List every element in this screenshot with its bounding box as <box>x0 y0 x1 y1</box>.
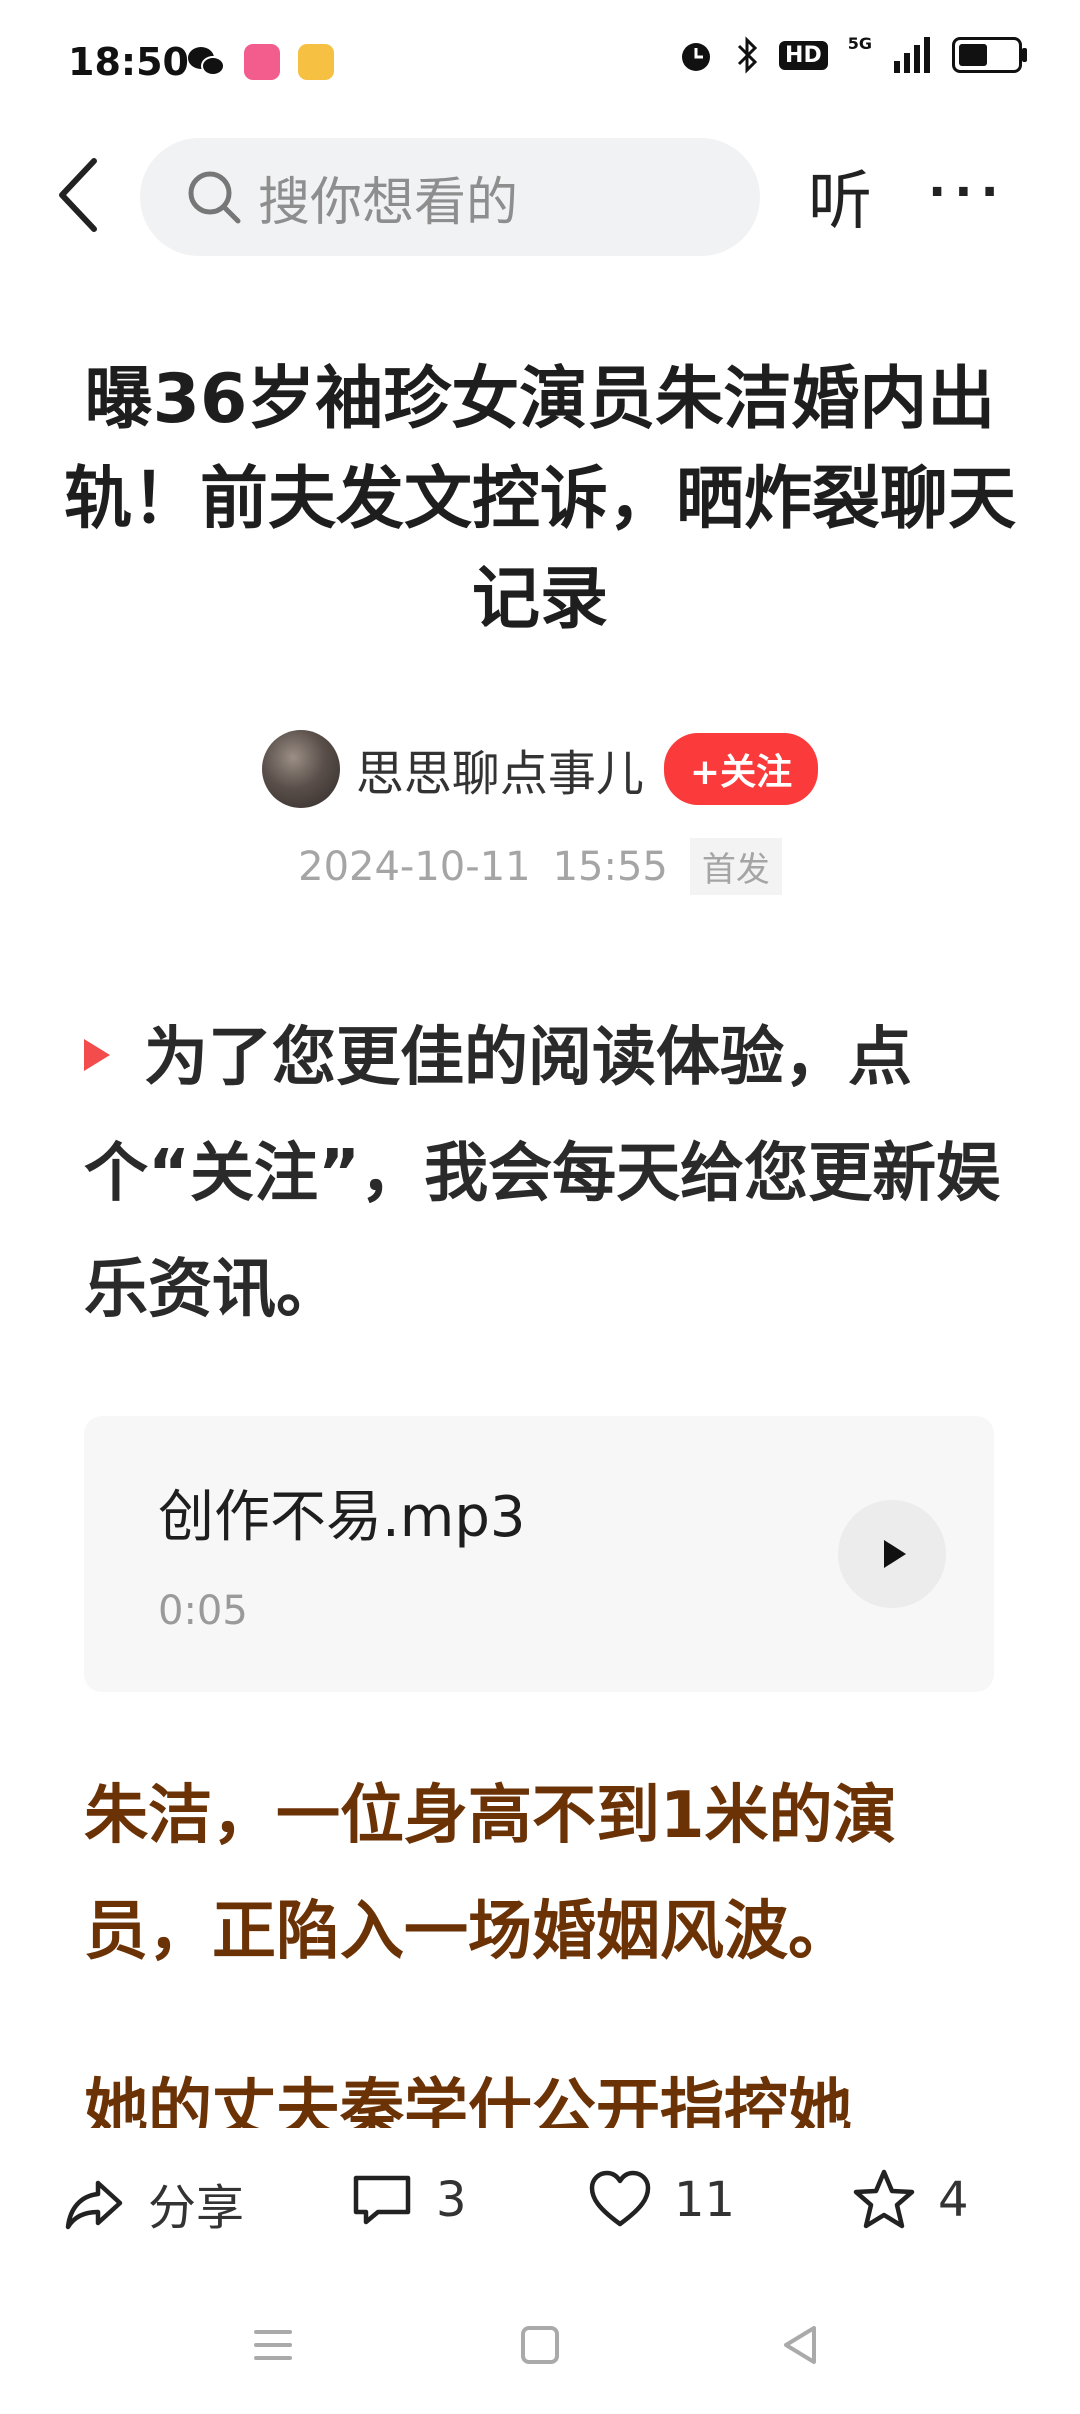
share-button[interactable]: 分享 <box>62 2168 244 2238</box>
triangle-marker-icon <box>84 1039 110 1072</box>
network-type: 5G <box>847 33 872 53</box>
author-avatar[interactable] <box>261 730 340 808</box>
favorite-button[interactable]: 4 <box>852 2168 969 2232</box>
favorite-count: 4 <box>938 2172 969 2228</box>
listen-button[interactable]: 听 <box>808 150 872 242</box>
status-time: 18:50 <box>68 40 189 84</box>
star-icon <box>853 2169 915 2229</box>
search-icon <box>188 171 241 224</box>
publish-date: 2024-10-11 <box>298 843 531 890</box>
play-icon <box>884 1540 906 1568</box>
chevron-left-icon <box>59 158 97 232</box>
article-paragraph-2: 她的丈夫秦学什公开指控她 <box>84 2073 852 2132</box>
bluetooth-icon <box>737 36 758 74</box>
hd-badge: HD <box>779 40 828 70</box>
back-nav-icon[interactable] <box>776 2320 826 2370</box>
like-button[interactable]: 11 <box>588 2168 735 2232</box>
intro-text-block: 为了您更佳的阅读体验，点个“关注”，我会每天给您更新娱乐资讯。 <box>84 1000 1004 1348</box>
heart-icon <box>589 2170 651 2227</box>
article-title: 曝36岁袖珍女演员朱洁婚内出轨！前夫发文控诉，晒炸裂聊天记录 <box>64 360 1017 639</box>
comment-icon <box>353 2175 411 2225</box>
system-nav-bar <box>0 2278 1080 2414</box>
home-icon[interactable] <box>515 2320 565 2370</box>
author-name[interactable]: 思思聊点事儿 <box>356 734 644 804</box>
comment-button[interactable]: 3 <box>350 2168 467 2232</box>
menu-icon[interactable] <box>248 2320 298 2370</box>
author-row: 思思聊点事儿 +关注 <box>0 730 1080 808</box>
play-button[interactable] <box>838 1500 946 1608</box>
comment-count: 3 <box>436 2172 467 2228</box>
publish-time: 15:55 <box>552 843 668 890</box>
audio-duration: 0:05 <box>158 1588 248 1634</box>
follow-button[interactable]: +关注 <box>663 733 819 805</box>
weibo-icon <box>298 44 334 80</box>
status-indicators: HD 5G <box>677 33 1027 74</box>
audio-card[interactable]: 创作不易.mp3 0:05 <box>84 1416 994 1692</box>
notification-icons <box>186 44 334 80</box>
first-publish-badge: 首发 <box>689 838 782 895</box>
more-button[interactable]: ··· <box>928 164 1007 220</box>
audio-filename: 创作不易.mp3 <box>158 1485 526 1550</box>
publish-meta: 2024-10-11 15:55 首发 <box>0 838 1080 895</box>
alarm-icon <box>682 43 711 71</box>
article-paragraph-1: 朱洁，一位身高不到1米的演员，正陷入一场婚姻风波。 <box>84 1779 897 1969</box>
signal-icon <box>894 37 930 73</box>
like-count: 11 <box>674 2172 736 2228</box>
search-placeholder: 搜你想看的 <box>258 172 519 233</box>
battery-icon <box>952 37 1027 73</box>
share-label: 分享 <box>148 2180 245 2236</box>
wechat-icon <box>188 47 225 76</box>
action-bar: 分享 3 11 4 <box>0 2128 1080 2278</box>
search-box[interactable]: 搜你想看的 <box>140 138 760 256</box>
bilibili-icon <box>244 44 280 80</box>
back-button[interactable] <box>48 150 108 240</box>
share-icon <box>65 2180 123 2230</box>
intro-text: 为了您更佳的阅读体验，点个“关注”，我会每天给您更新娱乐资讯。 <box>84 1021 1001 1327</box>
